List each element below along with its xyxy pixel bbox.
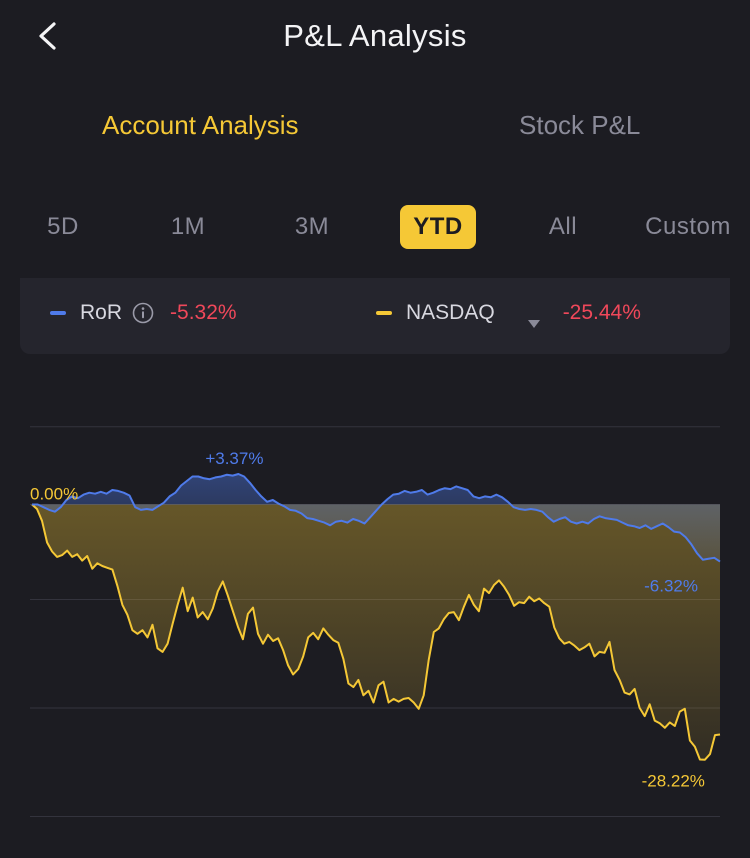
caret-down-icon[interactable] [527, 308, 541, 328]
ror-value: -5.32% [170, 301, 237, 324]
baseline-label: 0.00% [30, 485, 78, 504]
pl-chart: 0.00% +3.37% -6.32% -28.22% [0, 370, 750, 858]
period-selector: 5D 1M 3M YTD All Custom [0, 205, 750, 251]
ror-max-label: +3.37% [205, 449, 263, 468]
period-5d[interactable]: 5D [38, 205, 88, 249]
benchmark-label: NASDAQ [406, 301, 495, 324]
period-ytd[interactable]: YTD [400, 205, 476, 249]
period-custom[interactable]: Custom [640, 205, 736, 249]
mode-tabs: Account Analysis Stock P&L [0, 110, 750, 156]
info-icon[interactable] [132, 302, 154, 324]
legend-benchmark[interactable]: NASDAQ -25.44% [376, 298, 641, 328]
tab-account-analysis[interactable]: Account Analysis [102, 110, 299, 141]
top-bar: P&L Analysis [0, 0, 750, 80]
tab-stock-pl[interactable]: Stock P&L [519, 110, 640, 141]
chart-canvas: 0.00% +3.37% -6.32% -28.22% [30, 426, 721, 817]
ror-label: RoR [80, 301, 123, 324]
legend-ror: RoR -5.32% [50, 298, 237, 328]
page-title: P&L Analysis [283, 18, 467, 53]
legend-card: RoR -5.32% NASDAQ -25.44% [20, 278, 730, 354]
period-all[interactable]: All [538, 205, 588, 249]
benchmark-value: -25.44% [562, 301, 641, 324]
benchmark-swatch [376, 311, 392, 315]
nasdaq-min-label: -28.22% [642, 772, 705, 791]
period-3m[interactable]: 3M [287, 205, 337, 249]
period-1m[interactable]: 1M [163, 205, 213, 249]
ror-last-label: -6.32% [644, 577, 698, 596]
ror-swatch [50, 311, 66, 315]
